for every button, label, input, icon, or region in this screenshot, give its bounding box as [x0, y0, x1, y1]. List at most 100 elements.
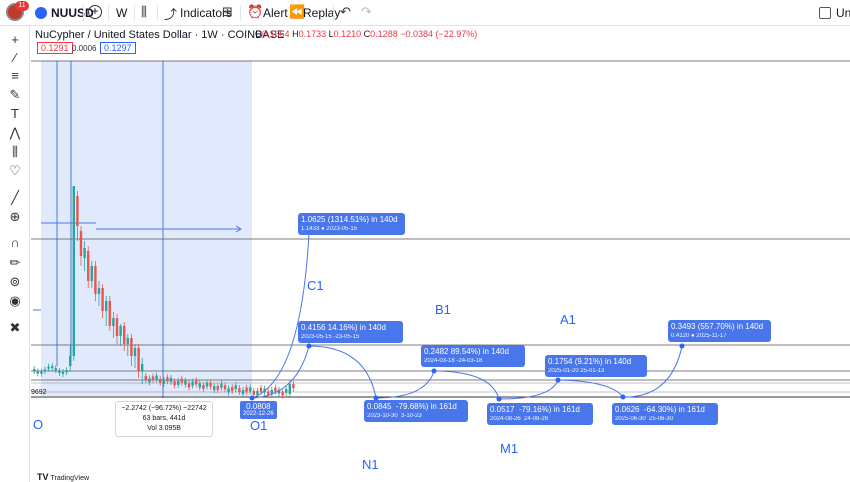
candle [159, 378, 162, 383]
candle [216, 386, 219, 391]
buy-price-button[interactable]: 0.1297 [100, 42, 136, 54]
candle [173, 381, 176, 386]
ruler-icon[interactable]: ╱ [6, 189, 24, 207]
projection-label[interactable]: 0.0517 -79.16%) in 161d 2024-08-26 24-08… [487, 403, 593, 425]
interval-button[interactable]: W [116, 6, 127, 20]
measure-icon[interactable]: ⫼ [6, 143, 24, 161]
chart-pane[interactable]: NuCypher / United States Dollar · 1W · C… [31, 26, 850, 482]
projection-curve [557, 379, 624, 398]
projection-curve [308, 345, 377, 399]
candle [61, 371, 65, 374]
candle [123, 326, 126, 344]
lock-icon[interactable]: ✏ [6, 254, 24, 272]
redo-icon[interactable]: ↷ [361, 4, 372, 20]
replay-button[interactable]: Replay [303, 6, 340, 20]
candle [252, 390, 255, 395]
candle [213, 386, 216, 391]
candle [292, 384, 295, 388]
candle [112, 318, 115, 326]
candle [97, 288, 101, 294]
heart-icon[interactable]: ♡ [6, 162, 24, 180]
candle [256, 390, 259, 395]
magnet-icon[interactable]: ∩ [6, 234, 24, 252]
candle [133, 348, 137, 356]
wave-label-o1: O1 [250, 418, 268, 433]
candle [249, 387, 252, 392]
candle [43, 369, 47, 372]
candle [223, 385, 227, 390]
candle [36, 371, 39, 374]
projection-label[interactable]: 0.0626 -64.30%) in 161d 2025-06-30 25-06… [612, 403, 718, 425]
candle [47, 366, 50, 369]
pivot-point [306, 343, 312, 349]
candle [76, 196, 79, 226]
candle [169, 377, 173, 382]
projection-label[interactable]: 0.1754 (9.21%) in 140d 2025-01-20 25-01-1… [545, 355, 647, 377]
candle [227, 388, 230, 393]
candle [144, 376, 147, 380]
chart-title[interactable]: NuCypher / United States Dollar · 1W · C… [35, 29, 284, 41]
candle [198, 383, 201, 388]
projection-curve [251, 232, 310, 399]
crosshair-icon[interactable]: + [6, 31, 24, 49]
indicators-icon[interactable]: ⤴ [164, 4, 177, 23]
candle [115, 318, 119, 336]
eye-icon[interactable]: ◉ [6, 292, 24, 310]
candle [90, 266, 93, 281]
divider [108, 5, 109, 21]
candle [191, 381, 194, 386]
candle [166, 377, 169, 382]
candle [33, 369, 36, 371]
sell-price-button[interactable]: 0.1291 [37, 42, 73, 54]
candle [65, 370, 68, 373]
candle [177, 380, 180, 385]
wave-label-n1: N1 [362, 457, 379, 472]
pattern-icon[interactable]: ⋀ [6, 124, 24, 142]
pivot-point [620, 394, 626, 400]
tradingview-logo[interactable]: TV TradingView [37, 472, 89, 482]
undo-icon[interactable]: ↶ [340, 4, 351, 20]
candle [79, 231, 83, 256]
fib-icon[interactable]: ≡ [6, 67, 24, 85]
layout-checkbox[interactable] [819, 7, 831, 19]
measure-tooltip: −2.2742 (−96.72%) −22742 63 bars, 441d V… [115, 401, 213, 437]
divider [240, 5, 241, 21]
text-icon[interactable]: T [6, 105, 24, 123]
brush-icon[interactable]: ✎ [6, 86, 24, 104]
projection-curve [375, 370, 435, 399]
wave-label-o: O [33, 417, 44, 432]
drawing-toolbar: + ∕ ≡ ✎ T ⋀ ⫼ ♡ ╱ ⊕ ∩ ✏ ⊚ ◉ ✖ [0, 26, 30, 482]
projection-label[interactable]: 0.2482 89.54%) in 140d 2024-03-18 -24-03-… [421, 345, 525, 367]
wave-label-b1: B1 [435, 302, 451, 317]
layouts-icon[interactable]: ⊞ [222, 4, 233, 20]
alert-button[interactable]: Alert [263, 6, 288, 20]
layout-name-label[interactable]: Unn [836, 6, 850, 20]
candle [220, 383, 223, 388]
alert-clock-icon[interactable]: ⏰ [247, 4, 263, 20]
projection-label[interactable]: 1.0625 (1314.51%) in 140d 1.1433 ● 2023-0… [298, 213, 405, 235]
candle [151, 376, 155, 381]
candle [58, 370, 61, 373]
candle [245, 387, 248, 392]
divider [333, 5, 334, 21]
candle [274, 387, 277, 392]
projection-label[interactable]: 0.0845 -79.68%) in 161d 2023-10-30 3-10-… [364, 400, 468, 422]
add-symbol-icon[interactable]: + [88, 5, 102, 19]
date-label[interactable]: 0.0808 2022-12-26 [240, 401, 277, 419]
top-toolbar: 11 NUUSD + W ⫼ ⤴ Indicators ⊞ ⏰ Alert ⏪ … [0, 0, 850, 26]
zoom-icon[interactable]: ⊕ [6, 208, 24, 226]
wave-label-a1: A1 [560, 312, 576, 327]
candle [94, 266, 97, 294]
projection-label[interactable]: 0.4156 14.16%) in 140d 2023-05-15 -23-05-… [298, 321, 403, 343]
projection-label[interactable]: 0.3493 (557.70%) in 140d 0.4120 ● 2025-11… [668, 320, 771, 342]
candle [162, 379, 165, 384]
pivot-point [679, 343, 685, 349]
tradingview-mark-icon: TV [37, 472, 49, 482]
candle-style-icon[interactable]: ⫼ [141, 4, 147, 20]
trash-icon[interactable]: ✖ [6, 319, 24, 337]
trend-line-icon[interactable]: ∕ [6, 49, 24, 67]
spread-value: 0.0006 [72, 44, 97, 53]
candle [238, 388, 241, 393]
lock-icon[interactable]: ⊚ [6, 273, 24, 291]
candle [51, 366, 54, 369]
